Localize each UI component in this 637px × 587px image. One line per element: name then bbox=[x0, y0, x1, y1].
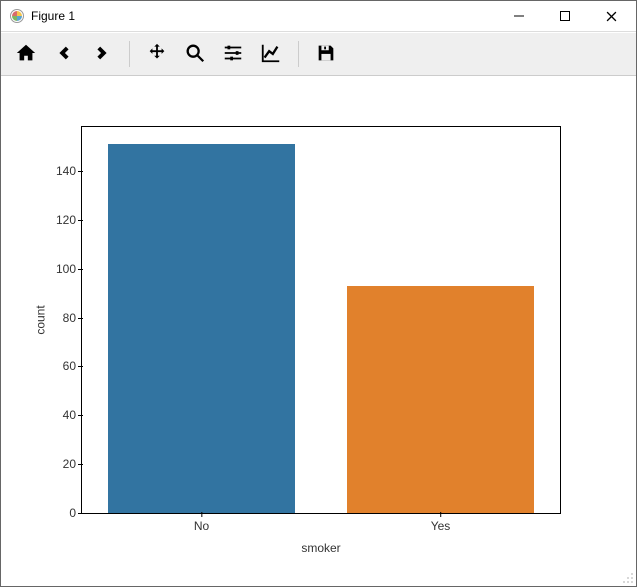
app-icon bbox=[9, 8, 25, 24]
arrow-left-icon bbox=[53, 42, 75, 67]
y-tick: 140 bbox=[36, 164, 82, 178]
close-button[interactable] bbox=[588, 1, 634, 31]
back-button[interactable] bbox=[45, 36, 83, 72]
sliders-icon bbox=[222, 42, 244, 67]
bar-no bbox=[108, 144, 294, 513]
forward-button[interactable] bbox=[83, 36, 121, 72]
maximize-button[interactable] bbox=[542, 1, 588, 31]
x-axis-label: smoker bbox=[301, 541, 340, 555]
y-tick: 0 bbox=[36, 506, 82, 520]
figure-canvas[interactable]: count smoker 020406080100120140NoYes bbox=[1, 76, 636, 586]
configure-subplots-button[interactable] bbox=[214, 36, 252, 72]
bar-yes bbox=[347, 286, 533, 513]
zoom-button[interactable] bbox=[176, 36, 214, 72]
save-button[interactable] bbox=[307, 36, 345, 72]
home-button[interactable] bbox=[7, 36, 45, 72]
y-tick: 80 bbox=[36, 311, 82, 325]
move-icon bbox=[146, 42, 168, 67]
x-tick: No bbox=[194, 513, 209, 533]
search-icon bbox=[184, 42, 206, 67]
save-icon bbox=[315, 42, 337, 67]
toolbar bbox=[1, 32, 636, 76]
resize-grip-icon[interactable] bbox=[622, 572, 634, 584]
home-icon bbox=[15, 42, 37, 67]
window-title: Figure 1 bbox=[31, 9, 75, 23]
toolbar-separator bbox=[298, 41, 299, 67]
pan-button[interactable] bbox=[138, 36, 176, 72]
minimize-button[interactable] bbox=[496, 1, 542, 31]
titlebar: Figure 1 bbox=[1, 1, 636, 32]
y-tick: 100 bbox=[36, 262, 82, 276]
y-tick: 60 bbox=[36, 359, 82, 373]
chart-line-icon bbox=[260, 42, 282, 67]
toolbar-separator bbox=[129, 41, 130, 67]
figure-window: Figure 1 bbox=[0, 0, 637, 587]
chart-axes: count smoker 020406080100120140NoYes bbox=[81, 126, 561, 514]
plot-area bbox=[82, 127, 560, 513]
y-tick: 40 bbox=[36, 408, 82, 422]
y-tick: 120 bbox=[36, 213, 82, 227]
arrow-right-icon bbox=[91, 42, 113, 67]
y-tick: 20 bbox=[36, 457, 82, 471]
edit-axes-button[interactable] bbox=[252, 36, 290, 72]
x-tick: Yes bbox=[431, 513, 451, 533]
